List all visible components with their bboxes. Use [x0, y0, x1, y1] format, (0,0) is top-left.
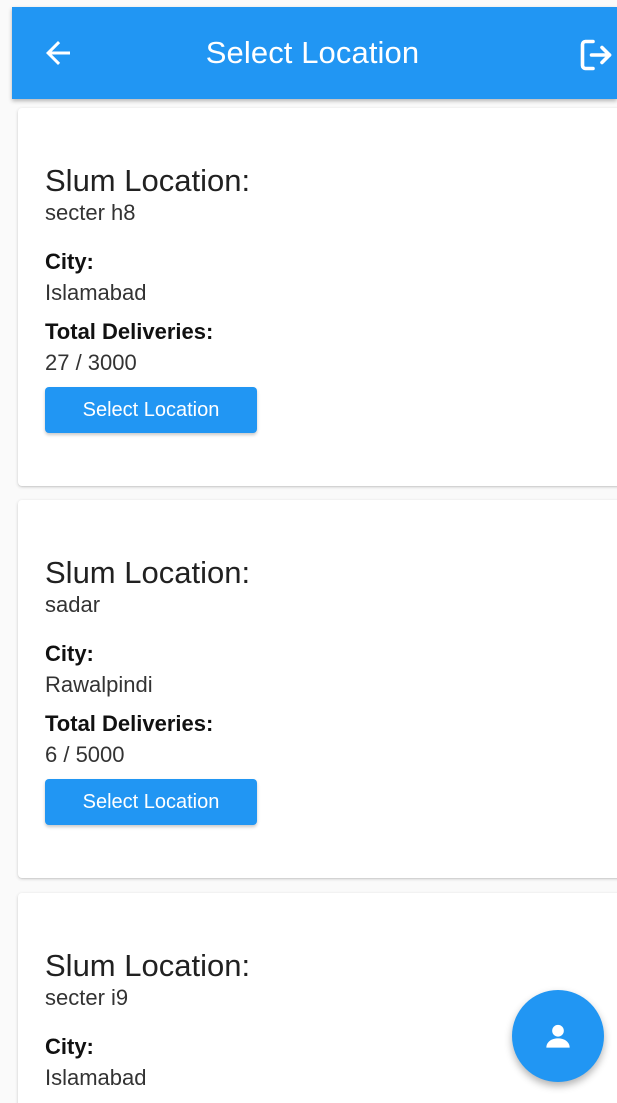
- location-list[interactable]: Slum Location: secter h8 City: Islamabad…: [0, 0, 617, 1103]
- total-deliveries-label: Total Deliveries:: [45, 711, 214, 736]
- select-location-button[interactable]: Select Location: [45, 779, 257, 825]
- city-label: City:: [45, 641, 94, 666]
- city-label: City:: [45, 249, 94, 274]
- person-icon: [546, 1024, 570, 1048]
- city-label: City:: [45, 1034, 94, 1059]
- select-location-button[interactable]: Select Location: [45, 387, 257, 433]
- slum-location-heading: Slum Location:: [45, 555, 251, 590]
- logout-button[interactable]: [578, 37, 614, 73]
- slum-location-heading: Slum Location:: [45, 163, 251, 198]
- location-card: Slum Location: sadar City: Rawalpindi To…: [18, 500, 617, 878]
- location-card: Slum Location: secter h8 City: Islamabad…: [18, 108, 617, 486]
- city-value: Islamabad: [45, 1065, 147, 1090]
- total-deliveries-value: 6 / 5000: [45, 742, 125, 767]
- slum-location-value: secter i9: [45, 985, 129, 1010]
- slum-location-value: secter h8: [45, 200, 136, 225]
- screen: Select Location Slum Location: secter h8…: [0, 0, 617, 1103]
- slum-location-heading: Slum Location:: [45, 948, 251, 983]
- total-deliveries-label: Total Deliveries:: [45, 319, 214, 344]
- city-value: Islamabad: [45, 280, 147, 305]
- page-title: Select Location: [205, 35, 420, 70]
- city-value: Rawalpindi: [45, 672, 153, 697]
- logout-icon: [580, 39, 612, 71]
- profile-fab-button[interactable]: [512, 990, 604, 1082]
- app-bar: Select Location: [12, 7, 617, 99]
- location-card: Slum Location: secter i9 City: Islamabad: [18, 893, 617, 1103]
- slum-location-value: sadar: [45, 592, 101, 617]
- total-deliveries-value: 27 / 3000: [45, 350, 137, 375]
